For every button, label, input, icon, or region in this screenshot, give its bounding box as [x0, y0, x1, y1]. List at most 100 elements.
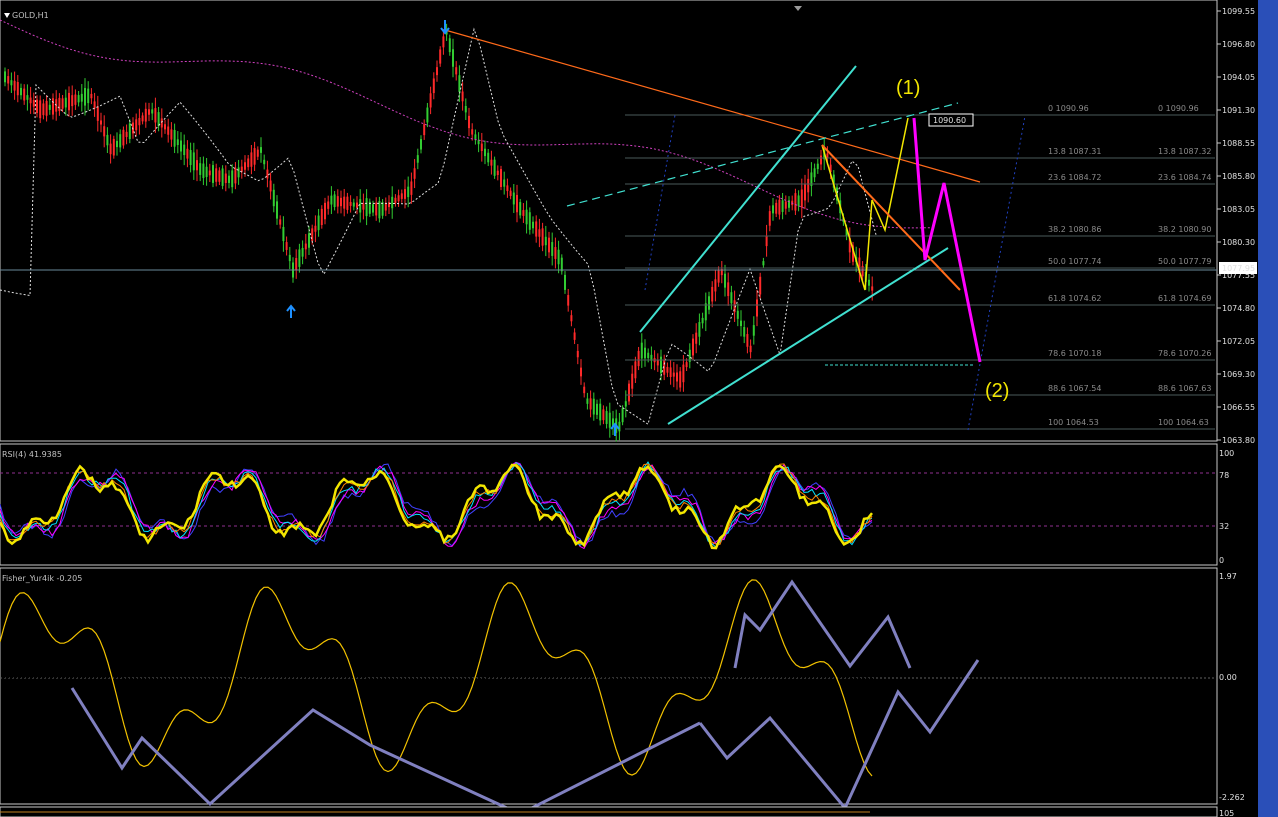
rsi-axis-0: 0 [1219, 556, 1224, 565]
fisher-bar [570, 643, 573, 678]
fisher-bar [818, 647, 821, 678]
candle-body [330, 195, 333, 205]
fisher-bar [10, 638, 13, 678]
fisher-bar [758, 590, 761, 678]
candle-body [509, 190, 512, 197]
candle-body [407, 186, 410, 198]
candle-body [452, 49, 454, 67]
fisher-bar [594, 638, 597, 678]
candle-body [429, 93, 432, 108]
bottom-panel[interactable]: 105 [0, 806, 1234, 817]
candle-body [490, 159, 493, 166]
candle-body [544, 236, 547, 246]
candle-body [704, 303, 707, 321]
candle-body [804, 183, 806, 201]
rsi-panel[interactable]: RSI(4) 41.9385 100 78 32 0 [0, 443, 1234, 566]
candle-body [365, 198, 368, 217]
candle-body [61, 98, 64, 109]
candle-body [727, 282, 730, 297]
fisher-bar [370, 678, 373, 703]
window-scroll-strip[interactable] [1258, 0, 1278, 817]
candle-body [468, 115, 470, 129]
fisher-bar [854, 678, 857, 697]
fisher-bar [90, 615, 93, 678]
candle-body [272, 189, 275, 207]
fisher-bar [326, 635, 329, 678]
candle-body [762, 261, 765, 266]
fisher-bar [242, 678, 245, 682]
fisher-bar [630, 678, 633, 758]
candle-body [87, 88, 90, 104]
candle-body [644, 347, 646, 359]
fisher-bar [210, 678, 213, 735]
fisher-bar [858, 678, 861, 713]
trading-chart[interactable]: GOLD,H1 0 1090.96 0 1090.96 13.8 1087.31 13… [0, 0, 1278, 817]
candle-body [404, 189, 406, 199]
fisher-bar [238, 678, 241, 698]
fisher-bar [434, 678, 437, 701]
price-axis-label: 1096.80 [1222, 40, 1255, 49]
fisher-bar [522, 600, 525, 678]
candle-body [352, 202, 355, 207]
candle-body [32, 100, 35, 107]
fisher-bar [650, 678, 653, 747]
fisher-panel[interactable]: Fisher_Yur4ik -0.205 1.97 0.00 -2.262 [0, 567, 1245, 816]
candle-body [218, 170, 221, 182]
fisher-bar [358, 654, 361, 678]
fisher-axis-min: -2.262 [1219, 793, 1245, 802]
fisher-bar [422, 678, 425, 708]
candle-body [602, 409, 605, 421]
candle-body [541, 228, 544, 246]
candle-body [538, 229, 541, 237]
candle-body [208, 170, 211, 176]
candle-body [93, 101, 96, 109]
candle-body [714, 279, 717, 292]
fisher-bar [54, 648, 57, 678]
fisher-bar [614, 678, 617, 708]
price-axis: 1099.55 1096.80 1094.05 1091.30 1088.55 1085.… [1217, 7, 1255, 445]
price-axis-label: 1085.80 [1222, 172, 1255, 181]
candle-body [295, 258, 298, 271]
fisher-bar [70, 647, 73, 678]
candle-body [608, 412, 611, 428]
fib-label-right: 0 1090.96 [1158, 104, 1199, 113]
candle-body [519, 202, 522, 216]
fisher-bar [170, 678, 173, 720]
candle-body [439, 49, 442, 64]
fisher-bar [610, 678, 613, 692]
candle-body [240, 166, 243, 172]
candle-body [180, 140, 182, 152]
fisher-bar [346, 624, 349, 678]
price-panel[interactable]: GOLD,H1 0 1090.96 0 1090.96 13.8 1087.31 13… [0, 0, 1257, 445]
fisher-bar [198, 678, 201, 715]
fisher-bar [578, 633, 581, 678]
candle-body [192, 152, 195, 171]
candle-body [394, 197, 397, 204]
fisher-bar [498, 627, 501, 678]
candle-body [496, 170, 499, 176]
candle-body [794, 193, 797, 211]
candle-body [304, 243, 307, 250]
candle-body [576, 350, 579, 358]
fisher-bar [514, 595, 517, 678]
symbol-label: GOLD,H1 [12, 11, 49, 20]
candle-body [596, 403, 598, 415]
candle-body [68, 92, 70, 111]
candle-body [749, 345, 752, 353]
candle-body [39, 100, 42, 119]
fisher-bar [390, 678, 393, 758]
rsi-axis-32: 32 [1219, 522, 1229, 531]
fisher-bar [38, 619, 41, 678]
fisher-bar [574, 638, 577, 678]
fisher-bar [402, 678, 405, 750]
candle-body [471, 129, 474, 135]
candle-body [384, 203, 387, 211]
fisher-bar [718, 678, 721, 710]
price-marker-label: 1090.60 [933, 116, 966, 125]
fisher-bar [862, 678, 865, 728]
candle-body [167, 126, 170, 135]
candle-body [708, 296, 710, 310]
bottom-axis-105: 105 [1219, 809, 1234, 817]
fisher-bar [798, 662, 801, 678]
fisher-bar [378, 678, 381, 734]
